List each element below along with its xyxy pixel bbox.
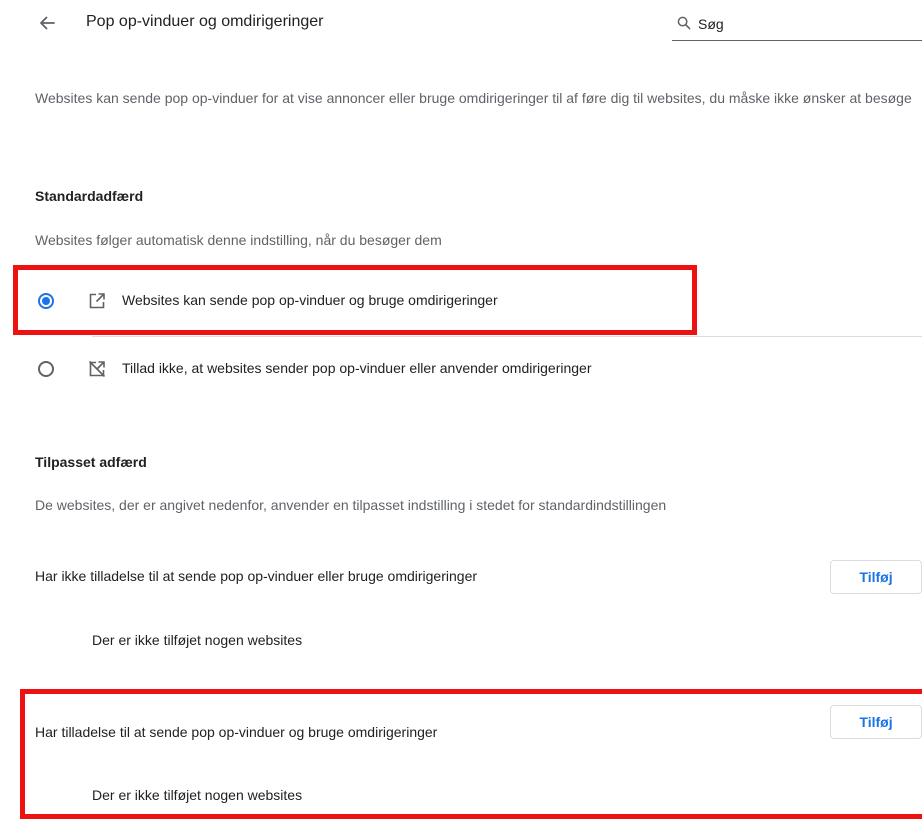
search-icon	[677, 16, 691, 30]
page-title: Pop op-vinduer og omdirigeringer	[86, 13, 324, 30]
blocked-sites-label: Har ikke tilladelse til at sende pop op-…	[35, 568, 478, 584]
back-button[interactable]	[30, 8, 64, 38]
divider	[92, 336, 922, 337]
radio-block-popups[interactable]	[38, 361, 54, 377]
custom-behavior-subtext: De websites, der er angivet nedenfor, an…	[35, 497, 667, 513]
highlight-box	[13, 265, 697, 335]
blocked-sites-empty-text: Der er ikke tilføjet nogen websites	[92, 632, 303, 648]
search-box[interactable]	[672, 6, 922, 41]
page-description: Websites kan sende pop op-vinduer for at…	[35, 90, 912, 106]
add-blocked-site-button[interactable]: Tilføj	[830, 560, 922, 594]
option-block-popups[interactable]: Tillad ikke, at websites sender pop op-v…	[0, 338, 922, 400]
default-behavior-subtext: Websites følger automatisk denne indstil…	[35, 232, 442, 248]
open-in-new-off-icon	[88, 360, 106, 378]
option-block-popups-label: Tillad ikke, at websites sender pop op-v…	[122, 360, 592, 376]
default-behavior-heading: Standardadfærd	[35, 188, 144, 204]
arrow-back-icon	[40, 16, 55, 30]
search-input[interactable]	[696, 12, 910, 36]
highlight-box	[20, 689, 922, 819]
custom-behavior-heading: Tilpasset adfærd	[35, 454, 147, 470]
